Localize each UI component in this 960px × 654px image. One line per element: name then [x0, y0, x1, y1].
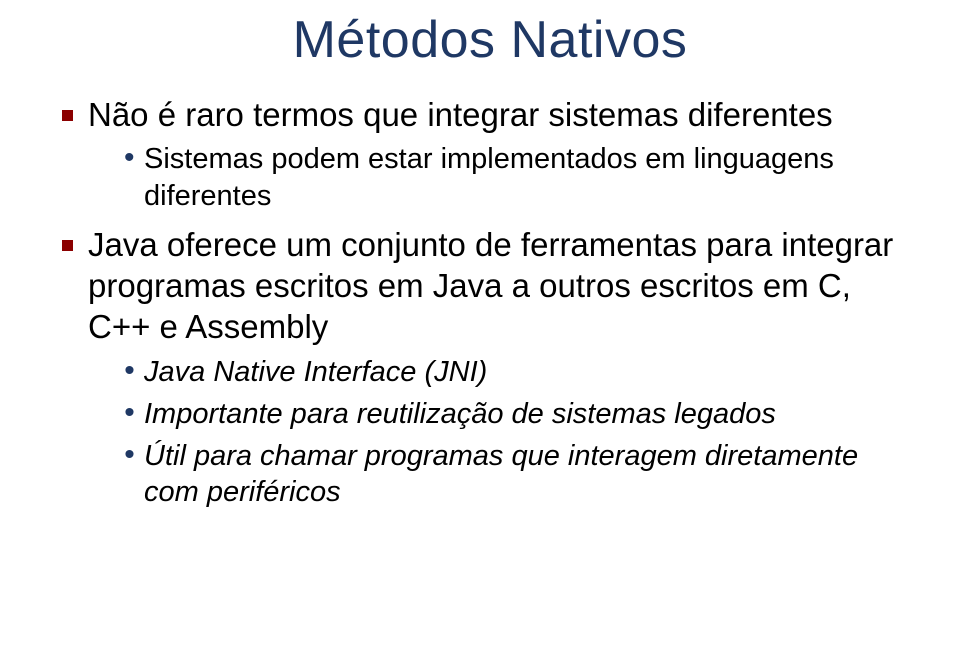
bullet-1: Não é raro termos que integrar sistemas …	[60, 94, 920, 214]
bullet-2-sublist: Java Native Interface (JNI) Importante p…	[88, 354, 920, 511]
bullet-2-text: Java oferece um conjunto de ferramentas …	[88, 226, 893, 346]
bullet-2-sub-3: Útil para chamar programas que interagem…	[124, 438, 920, 511]
slide-title: Métodos Nativos	[60, 10, 920, 70]
bullet-2-sub-2: Importante para reutilização de sistemas…	[124, 396, 920, 432]
bullet-1-sub-1: Sistemas podem estar implementados em li…	[124, 141, 920, 214]
bullet-list: Não é raro termos que integrar sistemas …	[60, 94, 920, 511]
bullet-2-sub-1: Java Native Interface (JNI)	[124, 354, 920, 390]
bullet-1-text: Não é raro termos que integrar sistemas …	[88, 96, 833, 133]
bullet-2: Java oferece um conjunto de ferramentas …	[60, 224, 920, 511]
slide: Métodos Nativos Não é raro termos que in…	[0, 0, 960, 654]
bullet-1-sublist: Sistemas podem estar implementados em li…	[88, 141, 920, 214]
